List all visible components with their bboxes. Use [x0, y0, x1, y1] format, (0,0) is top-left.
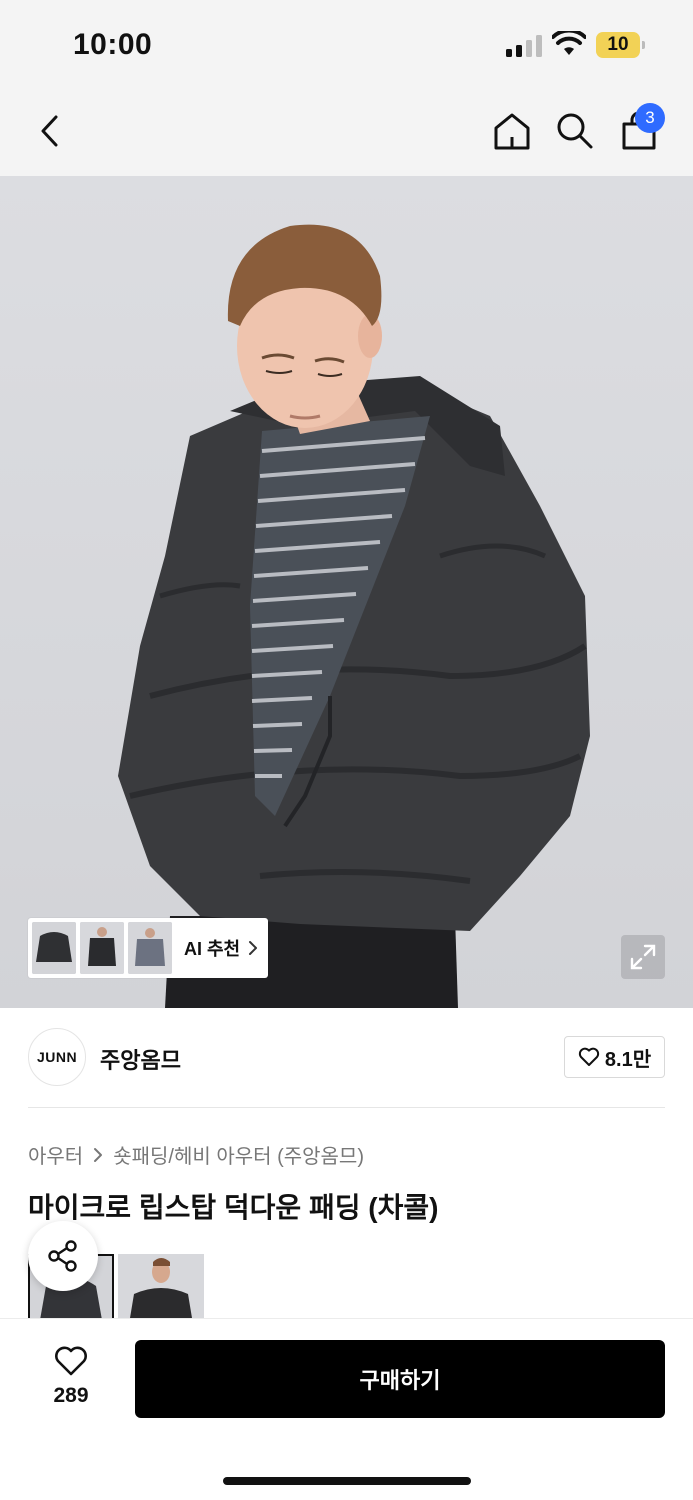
- home-indicator: [223, 1477, 471, 1485]
- battery-level: 10: [607, 34, 629, 55]
- home-icon: [494, 113, 530, 150]
- divider: [28, 1107, 665, 1108]
- cart-count-badge: 3: [635, 103, 665, 133]
- expand-icon: [630, 944, 656, 970]
- buy-button[interactable]: 구매하기: [135, 1340, 665, 1418]
- heart-icon: [578, 1047, 600, 1066]
- ai-recommend-chip[interactable]: AI 추천: [28, 918, 268, 978]
- home-button[interactable]: [488, 107, 536, 155]
- product-title: 마이크로 립스탑 덕다운 패딩 (차콜): [28, 1192, 439, 1223]
- status-time: 10:00: [73, 28, 153, 61]
- wishlist-count: 289: [53, 1384, 89, 1407]
- ai-thumb-3: [128, 922, 172, 974]
- wifi-icon: [551, 28, 587, 57]
- ai-thumb-1: [32, 922, 76, 974]
- top-nav: [0, 90, 693, 176]
- wishlist-button[interactable]: 289: [36, 1345, 106, 1408]
- purchase-bar: 289 구매하기: [0, 1318, 693, 1500]
- signal-icon: [506, 35, 544, 57]
- breadcrumb-subcategory[interactable]: 숏패딩/헤비 아우터 (주앙옴므): [113, 1140, 364, 1169]
- battery-icon: 10: [596, 32, 646, 58]
- ai-thumb-2: [80, 922, 124, 974]
- brand-like-button[interactable]: 8.1만: [564, 1036, 665, 1078]
- back-button[interactable]: [26, 107, 74, 155]
- heart-icon: [55, 1346, 87, 1376]
- ai-recommend-label: AI 추천: [184, 939, 241, 959]
- brand-name[interactable]: 주앙옴므: [100, 1043, 181, 1075]
- share-button[interactable]: [28, 1221, 98, 1291]
- model-photo: [118, 224, 590, 1008]
- share-icon: [48, 1240, 77, 1272]
- chevron-right-icon: [249, 941, 258, 955]
- color-option-black[interactable]: [118, 1254, 204, 1318]
- expand-image-button[interactable]: [621, 935, 665, 979]
- breadcrumb-category[interactable]: 아우터: [28, 1140, 83, 1169]
- brand-row: JUNN 주앙옴므 8.1만: [28, 1028, 665, 1088]
- status-bar: 10:00 10: [0, 0, 693, 90]
- back-icon: [41, 115, 58, 147]
- chevron-right-icon: [94, 1147, 103, 1162]
- search-button[interactable]: [551, 107, 599, 155]
- brand-like-count: 8.1만: [604, 1048, 652, 1071]
- brand-logo[interactable]: JUNN: [28, 1028, 86, 1086]
- product-image[interactable]: [0, 176, 693, 1008]
- breadcrumb: 아우터 숏패딩/헤비 아우터 (주앙옴므): [28, 1140, 364, 1169]
- search-icon: [557, 113, 593, 149]
